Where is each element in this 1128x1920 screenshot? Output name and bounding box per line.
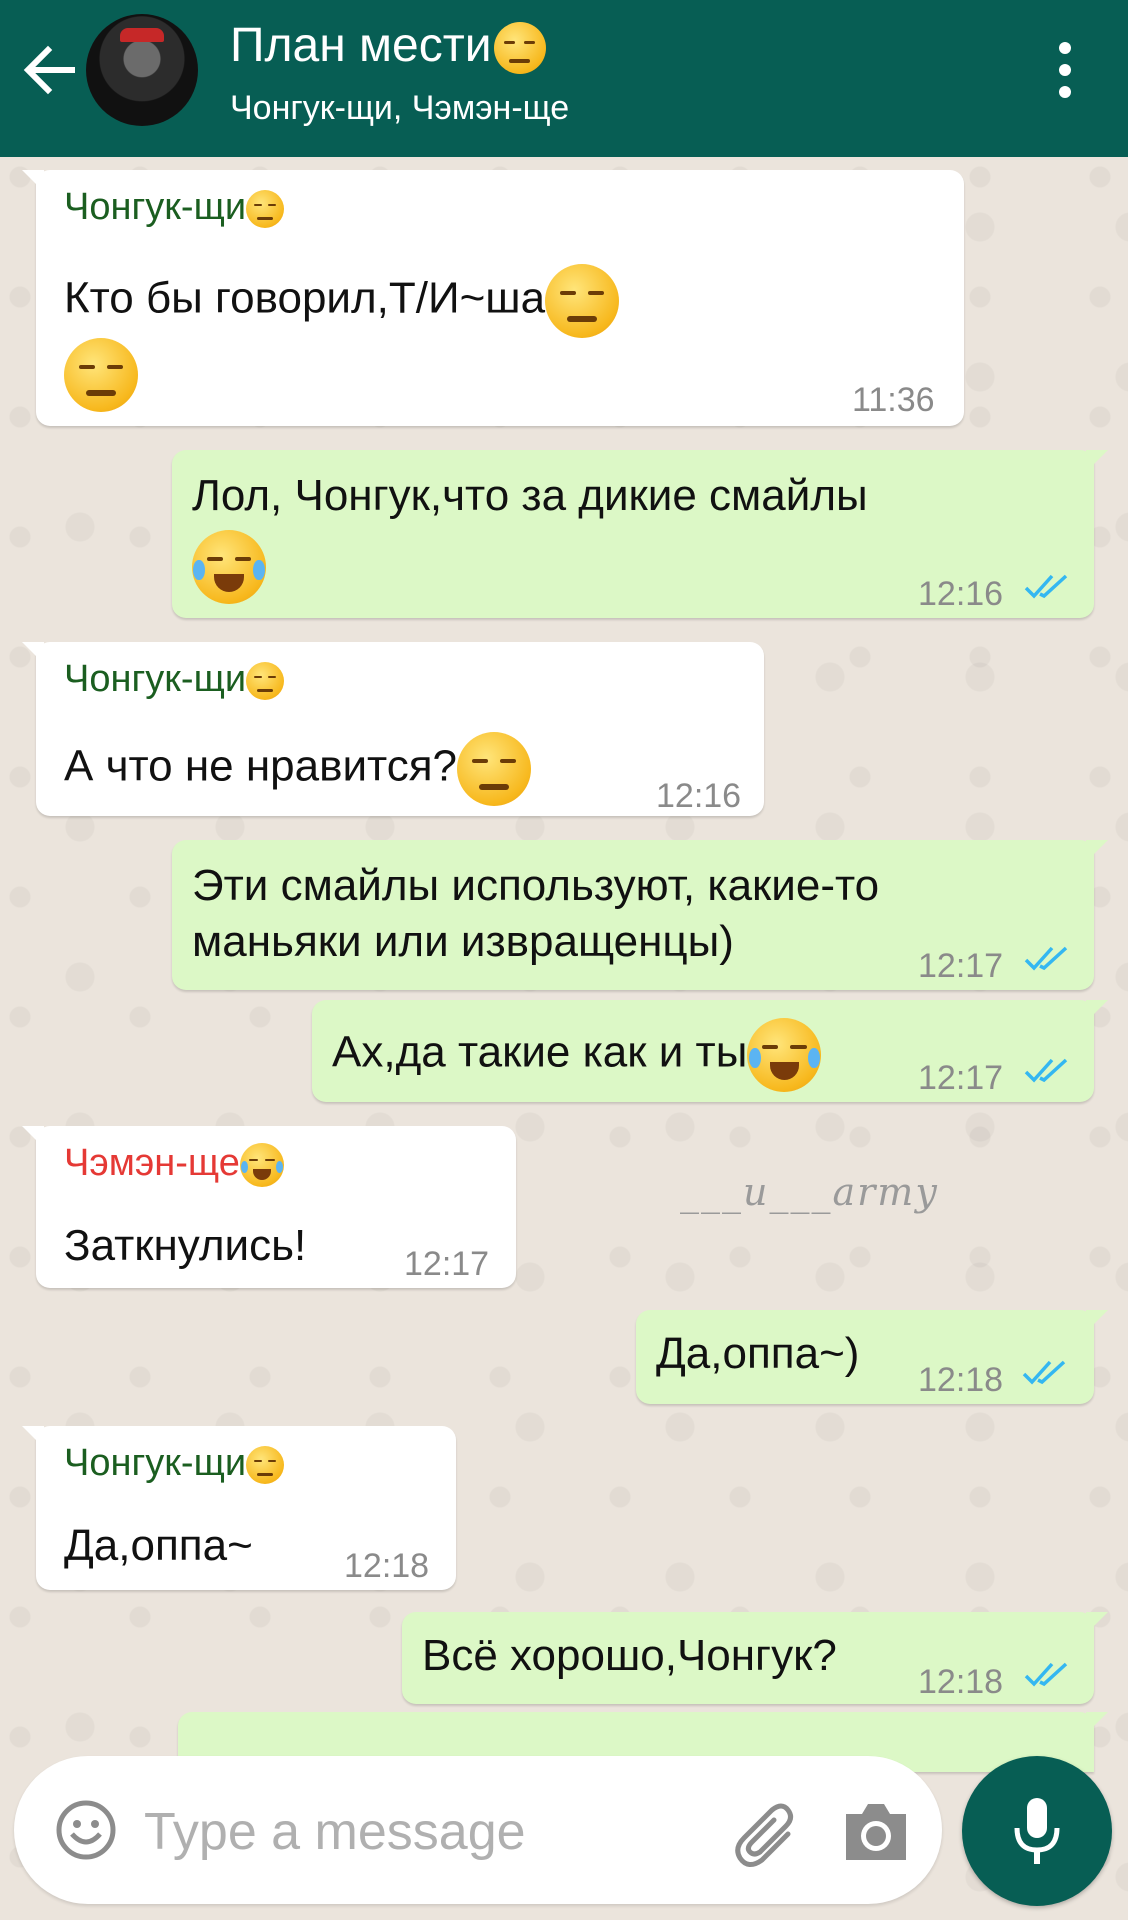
message-bubble-outgoing[interactable]: Лол, Чонгук,что за дикие смайлы 12:16 <box>172 450 1108 618</box>
message-bubble-outgoing[interactable]: Эти смайлы используют, какие-то маньяки … <box>172 840 1108 990</box>
message-text: Да,оппа~) <box>656 1329 860 1378</box>
message-bubble-outgoing[interactable]: Всё хорошо,Чонгук? 12:18 <box>402 1612 1108 1704</box>
message-bubble-outgoing[interactable]: Ах,да такие как и ты 12:17 <box>312 1000 1108 1102</box>
laughing-emoji-icon <box>747 1018 822 1092</box>
smirk-emoji-icon <box>493 22 546 75</box>
message-time: 12:16 <box>918 575 1004 613</box>
message-composer <box>14 1756 942 1904</box>
message-time: 12:18 <box>344 1547 430 1585</box>
expressionless-emoji-icon <box>246 661 285 700</box>
message-bubble-incoming[interactable]: Чэмэн-ще Заткнулись! 12:17 <box>22 1126 516 1288</box>
sender-name: Чонгук-щи <box>64 656 285 702</box>
read-ticks-icon <box>1024 1662 1068 1687</box>
message-time: 12:18 <box>918 1663 1004 1701</box>
expressionless-emoji-icon <box>246 189 285 228</box>
message-time: 12:16 <box>656 777 742 815</box>
read-ticks-icon <box>1024 946 1068 971</box>
emoji-picker-icon[interactable] <box>54 1798 118 1862</box>
message-text: Лол, Чонгук,что за дикие смайлы <box>192 471 868 520</box>
laughing-emoji-icon <box>192 530 266 604</box>
read-ticks-icon <box>1024 574 1068 599</box>
message-bubble-incoming[interactable]: Чонгук-щи Да,оппа~ 12:18 <box>22 1426 456 1590</box>
message-text: Заткнулись! <box>64 1221 307 1270</box>
smirk-emoji-icon <box>545 264 620 338</box>
message-text: Ах,да такие как и ты <box>332 1018 822 1092</box>
group-avatar[interactable] <box>86 14 198 126</box>
rofl-emoji-icon <box>239 1142 284 1187</box>
more-options-icon[interactable] <box>1050 42 1080 106</box>
message-input[interactable] <box>142 1796 706 1868</box>
microphone-button[interactable] <box>962 1756 1112 1906</box>
sender-name: Чэмэн-ще <box>64 1140 284 1187</box>
message-text: маньяки или извращенцы) <box>192 917 734 966</box>
message-text: Эти смайлы используют, какие-то <box>192 861 880 910</box>
sender-name: Чонгук-щи <box>64 1440 285 1486</box>
read-ticks-icon <box>1022 1360 1066 1385</box>
message-text: Кто бы говорил,Т/И~ша <box>64 264 620 338</box>
chat-header: План мести Чонгук-щи, Чэмэн-ще <box>0 0 1128 157</box>
message-text: А что не нравится? <box>64 732 531 806</box>
camera-icon[interactable] <box>840 1800 912 1864</box>
message-time: 11:36 <box>852 381 935 419</box>
message-bubble-incoming[interactable]: Чонгук-щи А что не нравится? 12:16 <box>22 642 764 816</box>
message-text: Всё хорошо,Чонгук? <box>422 1631 837 1680</box>
message-text: Да,оппа~ <box>64 1521 253 1570</box>
attach-paperclip-icon[interactable] <box>730 1798 804 1868</box>
message-time: 12:17 <box>918 947 1004 985</box>
message-bubble-incoming[interactable]: Чонгук-щи Кто бы говорил,Т/И~ша 11:36 <box>22 170 964 426</box>
sender-name: Чонгук-щи <box>64 184 285 230</box>
microphone-icon <box>1014 1798 1060 1864</box>
message-time: 12:17 <box>918 1059 1004 1097</box>
message-bubble-outgoing[interactable]: Да,оппа~) 12:18 <box>636 1310 1108 1404</box>
chat-title[interactable]: План мести <box>230 18 546 75</box>
back-arrow-icon[interactable] <box>20 40 80 100</box>
read-ticks-icon <box>1024 1058 1068 1083</box>
message-time: 12:17 <box>404 1245 490 1283</box>
chat-participants[interactable]: Чонгук-щи, Чэмэн-ще <box>230 86 569 130</box>
smirk-emoji-icon <box>64 338 138 412</box>
expressionless-emoji-icon <box>246 1445 285 1484</box>
watermark: ___u___army <box>680 1170 939 1214</box>
message-time: 12:18 <box>918 1361 1004 1399</box>
smirk-emoji-icon <box>457 732 531 806</box>
